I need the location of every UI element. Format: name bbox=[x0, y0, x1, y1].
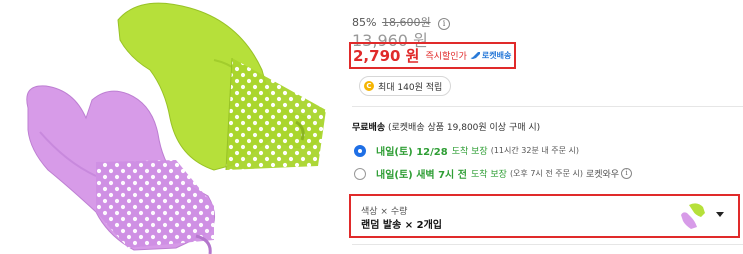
rocket-delivery-badge: 로켓배송 bbox=[470, 50, 511, 61]
oven-mitt-thumbnail bbox=[681, 203, 705, 229]
delivery-option-1[interactable]: 내일(토) 12/28 도착 보장 (11시간 32분 내 주문 시) bbox=[354, 143, 579, 158]
product-info-panel: 85% 18,600원 i 13,960 원 2,790 원 즉시할인가 로켓배… bbox=[349, 0, 743, 254]
delivery-day: 내일(토) 12/28 bbox=[376, 147, 448, 158]
delivery-day: 내일(토) 새벽 7시 전 bbox=[376, 170, 467, 181]
radio-selected[interactable] bbox=[354, 144, 366, 157]
rocket-icon bbox=[470, 52, 480, 60]
radio-unselected[interactable] bbox=[354, 167, 366, 180]
delivery-detail: (오후 7시 전 주문 시) bbox=[509, 169, 583, 178]
points-label: 최대 140원 적립 bbox=[378, 82, 443, 93]
delivery-option-2[interactable]: 내일(토) 새벽 7시 전 도착 보장 (오후 7시 전 주문 시) 로켓와우 … bbox=[354, 166, 633, 181]
option-value: 랜덤 발송 × 2개입 bbox=[361, 220, 442, 231]
product-image bbox=[26, 2, 326, 254]
option-selector[interactable]: 색상 × 수량 랜덤 발송 × 2개입 bbox=[349, 194, 740, 238]
points-badge: C 최대 140원 적립 bbox=[359, 76, 452, 96]
sale-price: 2,790 원 bbox=[353, 47, 420, 65]
info-circle-icon[interactable]: i bbox=[438, 18, 451, 30]
divider bbox=[352, 244, 743, 245]
rocket-wow-label: 로켓와우 bbox=[585, 170, 620, 180]
sale-note: 즉시할인가 bbox=[425, 52, 467, 62]
delivery-detail: (11시간 32분 내 주문 시) bbox=[490, 146, 579, 155]
delivery-guarantee: 도착 보장 bbox=[451, 147, 488, 157]
divider bbox=[352, 106, 743, 107]
shipping-condition: (로켓배송 상품 19,800원 이상 구매 시) bbox=[385, 123, 541, 133]
rocket-label: 로켓배송 bbox=[481, 51, 512, 60]
sale-price-highlight: 2,790 원 즉시할인가 로켓배송 bbox=[349, 42, 516, 69]
shipping-title: 무료배송 bbox=[352, 123, 386, 133]
coin-icon: C bbox=[364, 81, 374, 91]
info-circle-icon[interactable]: i bbox=[621, 168, 633, 179]
caret-down-icon[interactable] bbox=[716, 212, 724, 217]
shipping-info: 무료배송 (로켓배송 상품 19,800원 이상 구매 시) bbox=[352, 120, 540, 133]
delivery-guarantee: 도착 보장 bbox=[470, 170, 507, 180]
